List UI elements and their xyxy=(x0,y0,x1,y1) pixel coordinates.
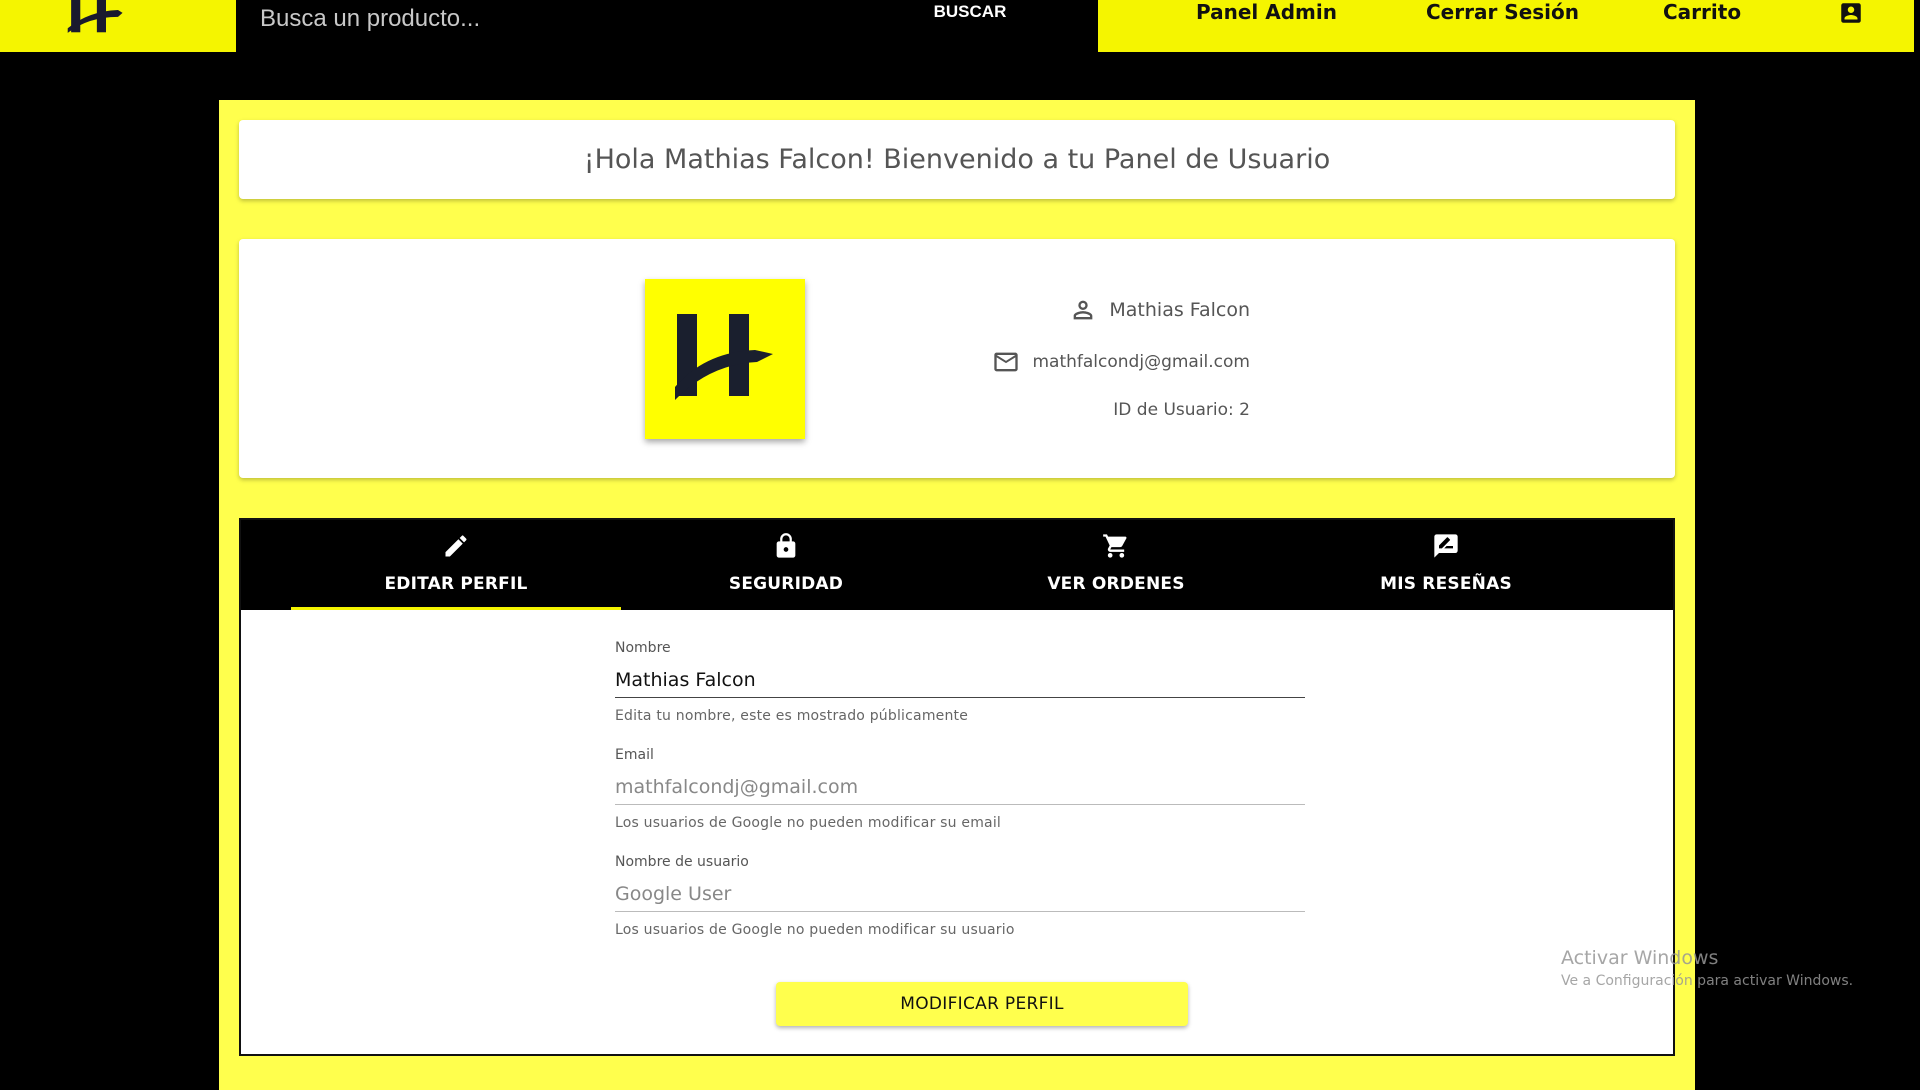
field-helper-text: Edita tu nombre, este es mostrado públic… xyxy=(615,708,969,724)
tab-label: SEGURIDAD xyxy=(728,574,844,594)
edit-profile-form: Nombre Edita tu nombre, este es mostrado… xyxy=(615,640,1305,961)
logo-container[interactable] xyxy=(0,0,236,52)
lock-icon xyxy=(772,532,800,560)
nav-cart-link[interactable]: Carrito xyxy=(1663,0,1741,26)
welcome-card: ¡Hola Mathias Falcon! Bienvenido a tu Pa… xyxy=(239,120,1675,199)
tab-label: MIS RESEÑAS xyxy=(1380,574,1512,594)
name-field: Nombre Edita tu nombre, este es mostrado… xyxy=(615,640,1305,747)
field-helper-text: Los usuarios de Google no pueden modific… xyxy=(615,815,1001,831)
brand-logo-icon xyxy=(675,314,773,400)
nav-admin-link[interactable]: Panel Admin xyxy=(1196,0,1337,26)
review-icon xyxy=(1432,532,1460,560)
tab-mis-resenas[interactable]: MIS RESEÑAS xyxy=(1281,520,1611,610)
windows-activation-watermark: Activar Windows Ve a Configuración para … xyxy=(1561,947,1853,989)
username-input xyxy=(615,876,1305,912)
profile-email: mathfalcondj@gmail.com xyxy=(1032,352,1250,372)
page-title: ¡Hola Mathias Falcon! Bienvenido a tu Pa… xyxy=(583,144,1331,175)
user-id-text: ID de Usuario: 2 xyxy=(1113,400,1250,420)
tab-ver-ordenes[interactable]: VER ORDENES xyxy=(951,520,1281,610)
field-label: Nombre xyxy=(615,640,671,656)
modify-profile-button[interactable]: MODIFICAR PERFIL xyxy=(776,982,1188,1026)
tab-seguridad[interactable]: SEGURIDAD xyxy=(621,520,951,610)
nav-logout-link[interactable]: Cerrar Sesión xyxy=(1426,0,1579,26)
person-icon xyxy=(1069,296,1097,324)
search-button[interactable]: BUSCAR xyxy=(900,0,1040,24)
cart-icon xyxy=(1102,532,1130,560)
tab-label: VER ORDENES xyxy=(1047,574,1185,594)
account-box-icon[interactable] xyxy=(1838,0,1864,26)
profile-card: Mathias Falcon mathfalcondj@gmail.com ID… xyxy=(239,239,1675,478)
watermark-title: Activar Windows xyxy=(1561,947,1719,969)
profile-name-row: Mathias Falcon xyxy=(1069,296,1250,324)
watermark-subtitle: Ve a Configuración para activar Windows. xyxy=(1561,973,1854,989)
brand-logo-icon xyxy=(67,0,123,33)
user-panel-container: ¡Hola Mathias Falcon! Bienvenido a tu Pa… xyxy=(219,100,1695,1090)
tab-label: EDITAR PERFIL xyxy=(384,574,528,594)
top-navbar: BUSCAR Panel Admin Cerrar Sesión Carrito xyxy=(0,0,1920,52)
search-input[interactable] xyxy=(236,0,924,38)
avatar xyxy=(645,279,805,439)
nav-right: Panel Admin Cerrar Sesión Carrito xyxy=(1098,0,1914,52)
field-label: Email xyxy=(615,747,654,763)
profile-email-row: mathfalcondj@gmail.com xyxy=(992,348,1250,376)
tab-editar-perfil[interactable]: EDITAR PERFIL xyxy=(291,520,621,610)
username-field: Nombre de usuario Los usuarios de Google… xyxy=(615,854,1305,961)
email-input xyxy=(615,769,1305,805)
profile-tabs-panel: EDITAR PERFIL SEGURIDAD VER ORDENES MIS … xyxy=(239,518,1675,1056)
mail-icon xyxy=(992,348,1020,376)
tab-bar: EDITAR PERFIL SEGURIDAD VER ORDENES MIS … xyxy=(241,520,1673,610)
active-tab-indicator xyxy=(291,607,621,610)
name-input[interactable] xyxy=(615,662,1305,698)
email-field: Email Los usuarios de Google no pueden m… xyxy=(615,747,1305,854)
field-label: Nombre de usuario xyxy=(615,854,749,870)
profile-id-row: ID de Usuario: 2 xyxy=(1113,400,1250,420)
pencil-icon xyxy=(442,532,470,560)
field-helper-text: Los usuarios de Google no pueden modific… xyxy=(615,922,1015,938)
profile-name: Mathias Falcon xyxy=(1109,299,1250,321)
